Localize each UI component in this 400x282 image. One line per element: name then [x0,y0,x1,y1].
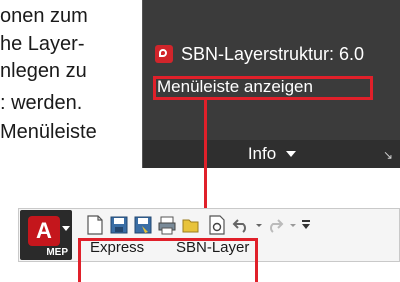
chevron-down-icon [286,151,297,157]
panel-dialog-launcher-icon[interactable]: ↘ [383,148,393,162]
panel-title-row[interactable]: SBN-Layerstruktur: 6.0 [155,42,364,66]
panel-title: SBN-Layerstruktur: 6.0 [181,43,365,64]
open-folder-icon[interactable] [182,215,200,235]
application-menu-button[interactable]: A MEP [20,210,72,260]
sbn-logo-icon [155,45,173,63]
plot-icon[interactable] [158,215,176,235]
doc-text-line-5: Menüleiste [0,121,97,143]
page-setup-icon[interactable] [208,215,226,235]
app-product-label: MEP [46,247,68,258]
panel-footer-info[interactable]: Info [143,140,400,168]
doc-text-line-4: : werden. [0,92,83,114]
show-menubar-item[interactable]: Menüleiste anzeigen [157,77,313,97]
redo-dropdown-icon[interactable] [288,215,298,235]
info-label: Info [247,144,277,163]
doc-text-line-3: nlegen zu [0,60,87,82]
undo-icon[interactable] [232,215,250,235]
autocad-logo-icon: A [28,216,60,246]
customize-dropdown-icon[interactable] [300,215,312,235]
save-icon[interactable] [110,215,128,235]
undo-dropdown-icon[interactable] [254,215,264,235]
doc-text-line-2: he Layer- [0,33,85,55]
sbn-info-panel: SBN-Layerstruktur: 6.0 Menüleiste anzeig… [142,0,400,168]
new-file-icon[interactable] [86,215,104,235]
tab-highlight-bracket [78,238,258,282]
save-as-icon[interactable] [134,215,152,235]
redo-icon[interactable] [266,215,284,235]
app-menu-caret-icon [62,226,70,231]
doc-text-line-1: onen zum [0,5,88,27]
